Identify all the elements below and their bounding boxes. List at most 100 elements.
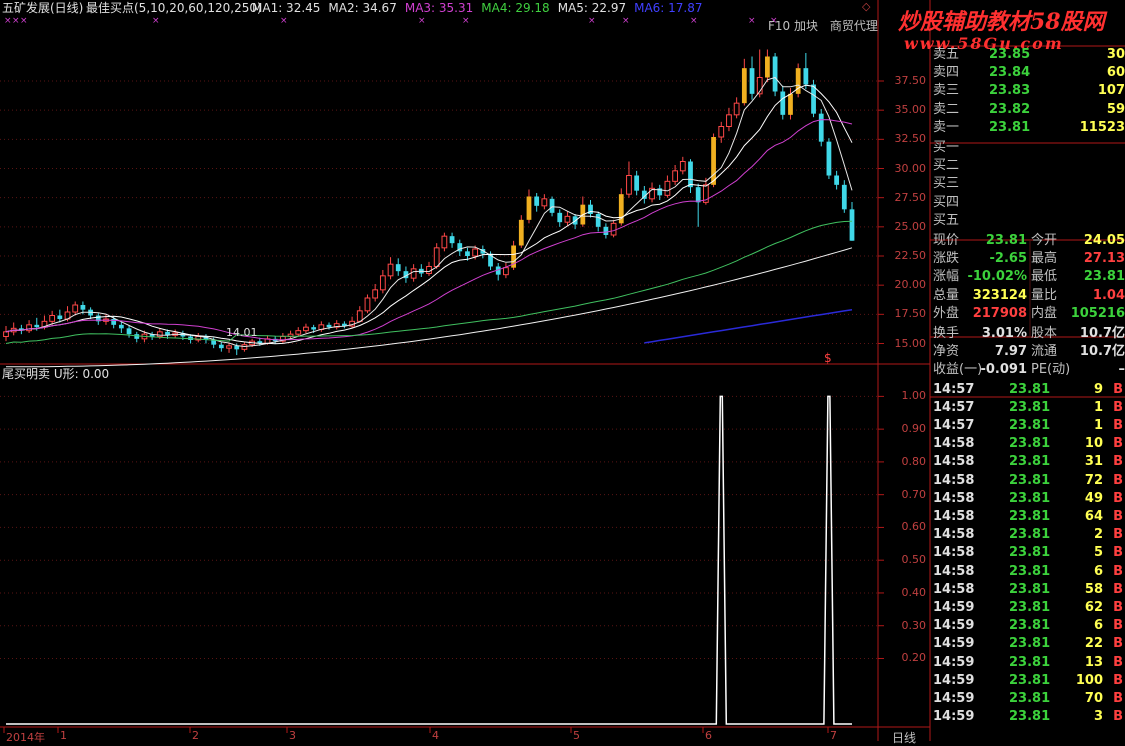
tick-side: B bbox=[1113, 490, 1123, 508]
fund-value: 7.97 bbox=[995, 343, 1027, 361]
stat-value: 24.05 bbox=[1084, 232, 1125, 250]
indicator-tick-label: 0.40 bbox=[882, 586, 926, 599]
tab-sector[interactable]: 商贸代理 bbox=[830, 19, 878, 33]
tick-price: 23.81 bbox=[1009, 708, 1050, 726]
ma-legend-item: MA6: 17.87 bbox=[634, 1, 702, 15]
tick-volume: 62 bbox=[1085, 599, 1103, 617]
tick-time: 14:58 bbox=[933, 581, 974, 599]
tick-time: 14:58 bbox=[933, 490, 974, 508]
indicator-panel-title: 尾买明卖 U形: 0.00 bbox=[2, 366, 109, 382]
candle-body bbox=[473, 249, 478, 256]
ask-volume: 107 bbox=[1098, 82, 1125, 100]
signal-marker-icon: × bbox=[152, 16, 160, 26]
time-axis-label: 3 bbox=[289, 729, 296, 742]
stat-label: 量比 bbox=[1031, 287, 1057, 305]
tick-row: 14:5723.811B bbox=[931, 417, 1125, 435]
tick-time: 14:57 bbox=[933, 417, 974, 435]
tab-f10[interactable]: F10 bbox=[768, 19, 790, 33]
tick-side: B bbox=[1113, 635, 1123, 653]
stat-value: 323124 bbox=[973, 287, 1027, 305]
tick-side: B bbox=[1113, 544, 1123, 562]
ask-row: 卖一23.8111523 bbox=[931, 119, 1125, 137]
candle-body bbox=[542, 199, 547, 206]
candle-body bbox=[442, 236, 447, 248]
bid-row: 买三 bbox=[931, 175, 1125, 193]
candle-body bbox=[365, 298, 370, 311]
bid-label: 买一 bbox=[933, 139, 959, 157]
tick-price: 23.81 bbox=[1009, 617, 1050, 635]
tick-volume: 58 bbox=[1085, 581, 1103, 599]
candle-body bbox=[34, 325, 39, 327]
candle-body bbox=[557, 213, 562, 222]
price-tick-label: 35.00 bbox=[882, 103, 926, 116]
tick-volume: 22 bbox=[1085, 635, 1103, 653]
candle-body bbox=[219, 345, 224, 349]
candle-body bbox=[827, 142, 832, 176]
tick-price: 23.81 bbox=[1009, 544, 1050, 562]
stat-label: 今开 bbox=[1031, 232, 1057, 250]
ma-legend-item: MA4: 29.18 bbox=[481, 1, 549, 15]
candle-body bbox=[734, 103, 739, 115]
indicator-tick-label: 1.00 bbox=[882, 389, 926, 402]
stat-label: 涨跌 bbox=[933, 250, 959, 268]
tick-price: 23.81 bbox=[1009, 690, 1050, 708]
tick-side: B bbox=[1113, 617, 1123, 635]
candle-body bbox=[373, 290, 378, 298]
candle-body bbox=[611, 223, 616, 235]
tick-side: B bbox=[1113, 708, 1123, 726]
fund-value: 10.7亿 bbox=[1080, 325, 1125, 343]
tick-side: B bbox=[1113, 472, 1123, 490]
stat-value: 217908 bbox=[973, 305, 1027, 323]
stat-label: 总量 bbox=[933, 287, 959, 305]
tick-row: 14:5823.812B bbox=[931, 526, 1125, 544]
signal-marker-icon: × bbox=[690, 16, 698, 26]
tick-time: 14:58 bbox=[933, 435, 974, 453]
candle-body bbox=[127, 328, 132, 334]
candle-body bbox=[673, 171, 678, 182]
tick-volume: 13 bbox=[1085, 654, 1103, 672]
period-label[interactable]: 日线 bbox=[892, 729, 916, 746]
candle-body bbox=[357, 311, 362, 322]
tick-side: B bbox=[1113, 435, 1123, 453]
candle-body bbox=[504, 268, 509, 275]
tick-volume: 9 bbox=[1094, 381, 1103, 399]
tick-side: B bbox=[1113, 599, 1123, 617]
ma-legend-item: MA3: 35.31 bbox=[405, 1, 473, 15]
indicator-tick-label: 0.30 bbox=[882, 619, 926, 632]
tick-volume: 100 bbox=[1076, 672, 1103, 690]
bid-label: 买三 bbox=[933, 175, 959, 193]
tick-time: 14:59 bbox=[933, 635, 974, 653]
tick-volume: 31 bbox=[1085, 453, 1103, 471]
stat-label: 内盘 bbox=[1031, 305, 1057, 323]
candle-body bbox=[234, 346, 239, 350]
tick-side: B bbox=[1113, 672, 1123, 690]
indicator-tick-label: 0.60 bbox=[882, 520, 926, 533]
tab-add-block[interactable]: 加块 bbox=[794, 19, 818, 33]
tick-side: B bbox=[1113, 381, 1123, 399]
ask-row: 卖三23.83107 bbox=[931, 82, 1125, 100]
tick-price: 23.81 bbox=[1009, 490, 1050, 508]
stat-row: 现价23.81今开24.05 bbox=[931, 232, 1125, 250]
tick-row: 14:5923.816B bbox=[931, 617, 1125, 635]
tick-time: 14:58 bbox=[933, 472, 974, 490]
tick-volume: 2 bbox=[1094, 526, 1103, 544]
ask-label: 卖一 bbox=[933, 119, 959, 137]
candle-body bbox=[296, 331, 301, 335]
fund-label: 换手 bbox=[933, 325, 959, 343]
candle-body bbox=[727, 115, 732, 127]
tick-row: 14:5823.816B bbox=[931, 563, 1125, 581]
tick-time: 14:59 bbox=[933, 617, 974, 635]
bid-row: 买二 bbox=[931, 157, 1125, 175]
candle-body bbox=[73, 305, 78, 312]
tick-price: 23.81 bbox=[1009, 672, 1050, 690]
ma-legend: MA1: 32.45MA2: 34.67MA3: 35.31MA4: 29.18… bbox=[252, 0, 711, 16]
tick-row: 14:5823.8110B bbox=[931, 435, 1125, 453]
stat-row: 涨幅-10.02%最低23.81 bbox=[931, 268, 1125, 286]
candle-body bbox=[842, 185, 847, 210]
fund-label: PE(动) bbox=[1031, 361, 1070, 379]
stat-value: -10.02% bbox=[967, 268, 1027, 286]
diamond-icon[interactable]: ◇ bbox=[862, 0, 870, 13]
tick-row: 14:5723.819B bbox=[931, 381, 1125, 399]
fund-value: 3.01% bbox=[982, 325, 1027, 343]
tick-volume: 5 bbox=[1094, 544, 1103, 562]
